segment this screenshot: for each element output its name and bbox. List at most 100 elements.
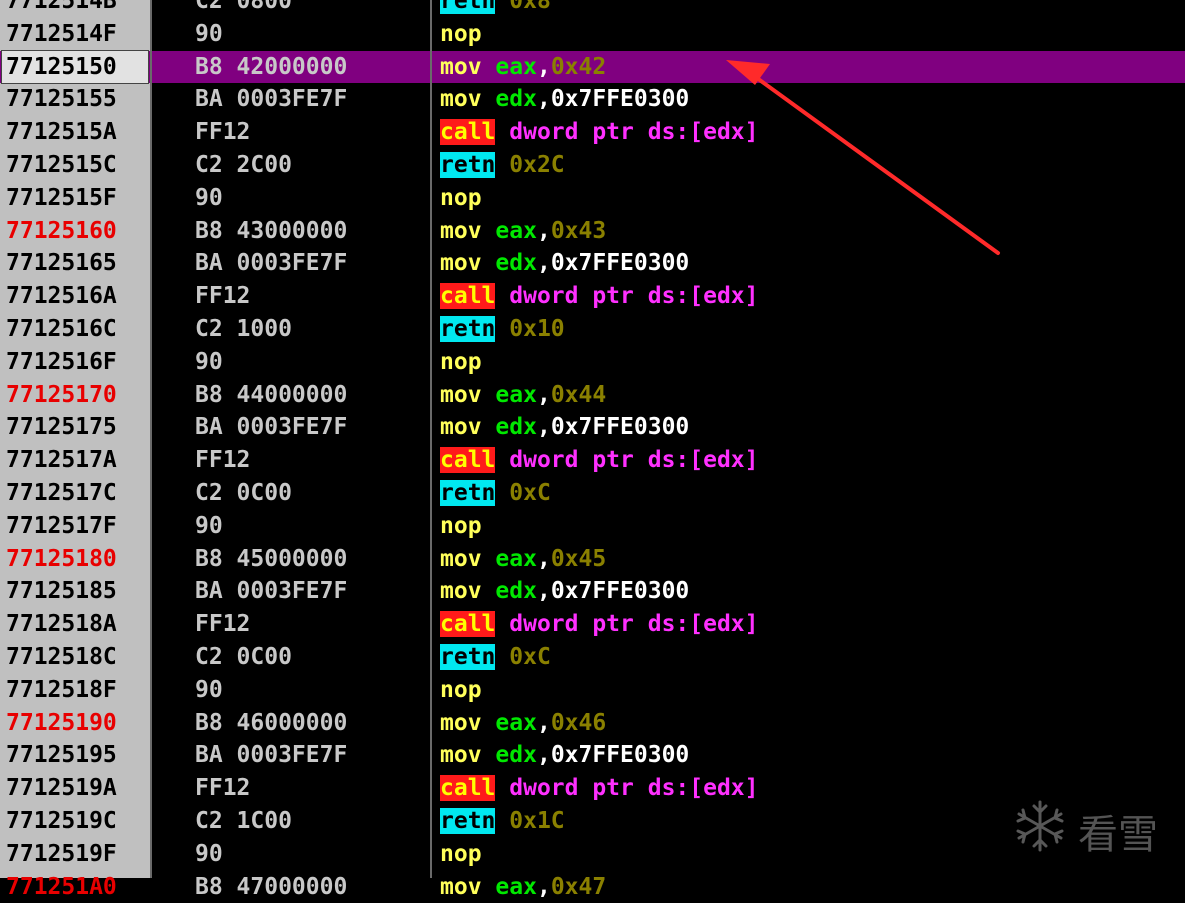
instruction-mnemonic: mov [440,217,482,244]
instruction-row[interactable]: 7712516C C2 1000 retn 0x10 [0,313,1185,345]
instruction-operand: 0x7FFE0300 [550,250,690,277]
instruction-address: 77125155 [6,86,117,113]
instruction-hex-bytes: C2 1000 [195,316,292,342]
instruction-mnemonic: nop [440,348,482,375]
instruction-mnemonic: nop [440,512,482,539]
instruction-mnemonic: mov [440,742,482,769]
instruction-address: 77125160 [6,217,117,244]
instruction-hex-bytes: C2 2C00 [195,152,292,178]
instruction-address: 7712515A [6,119,117,146]
instruction-row[interactable]: 7712517C C2 0C00 retn 0xC [0,477,1185,509]
instruction-row[interactable]: 77125180 B8 45000000 mov eax,0x45 [0,543,1185,575]
instruction-row[interactable]: 77125170 B8 44000000 mov eax,0x44 [0,379,1185,411]
instruction-disassembly: retn 0x2C [440,149,565,181]
instruction-row[interactable]: 7712518C C2 0C00 retn 0xC [0,641,1185,673]
column-separator[interactable] [430,0,432,878]
instruction-address: 7712517C [6,480,117,506]
instruction-row[interactable]: 7712515F 90 nop [0,182,1185,214]
instruction-operand: 0x46 [550,709,607,736]
instruction-row[interactable]: 7712517F 90 nop [0,510,1185,542]
instruction-disassembly: mov eax,0x45 [440,543,606,575]
instruction-mnemonic: call [440,775,496,802]
instruction-row[interactable]: 7712517A FF12 call dword ptr ds:[edx] [0,444,1185,476]
instruction-mnemonic: mov [440,709,482,736]
instruction-operand: eax [495,53,537,80]
instruction-row[interactable]: 7712516A FF12 call dword ptr ds:[edx] [0,280,1185,312]
instruction-hex-bytes: BA 0003FE7F [195,578,348,605]
instruction-mnemonic: retn [440,316,496,342]
instruction-disassembly: retn 0x10 [440,313,565,345]
instruction-disassembly: call dword ptr ds:[edx] [440,608,759,640]
instruction-disassembly: mov eax,0x44 [440,379,606,411]
instruction-row[interactable]: 7712519A FF12 call dword ptr ds:[edx] [0,772,1185,804]
watermark: 看雪 [1012,796,1172,858]
instruction-mnemonic: nop [440,184,482,211]
instruction-row[interactable]: 77125165 BA 0003FE7F mov edx,0x7FFE0300 [0,247,1185,279]
instruction-mnemonic: retn [440,0,496,14]
instruction-operand: edx [495,250,537,277]
disassembly-pane[interactable]: 7712514B C2 0800 retn 0x8 7712514F 90 nop 7712… [0,0,1185,900]
instruction-row[interactable]: 7712514F 90 nop [0,18,1185,50]
instruction-hex-bytes: 90 [195,348,223,375]
instruction-row[interactable]: 7712519F 90 nop [0,838,1185,870]
instruction-disassembly: mov edx,0x7FFE0300 [440,575,689,607]
instruction-address: 7712518F [6,676,117,703]
instruction-row[interactable]: 77125160 B8 43000000 mov eax,0x43 [0,215,1185,247]
instruction-operand: edx [495,414,537,441]
instruction-hex-bytes: B8 44000000 [195,381,348,408]
instruction-row[interactable]: 771251A0 B8 47000000 mov eax,0x47 [0,871,1185,903]
instruction-mnemonic: retn [440,152,496,178]
instruction-hex-bytes: BA 0003FE7F [195,414,348,441]
instruction-row[interactable]: 77125175 BA 0003FE7F mov edx,0x7FFE0300 [0,411,1185,443]
instruction-row[interactable]: 77125185 BA 0003FE7F mov edx,0x7FFE0300 [0,575,1185,607]
instruction-disassembly: mov edx,0x7FFE0300 [440,739,689,771]
instruction-address: 7712519F [6,840,117,867]
instruction-row[interactable]: 7712519C C2 1C00 retn 0x1C [0,805,1185,837]
instruction-operand: 0x45 [550,545,607,572]
instruction-row[interactable]: 7712518A FF12 call dword ptr ds:[edx] [0,608,1185,640]
instruction-hex-bytes: C2 0C00 [195,644,292,670]
instruction-disassembly: mov eax,0x42 [440,51,606,83]
snowflake-icon [1016,800,1064,852]
instruction-address: 77125185 [6,578,117,605]
instruction-mnemonic: retn [440,644,496,670]
instruction-mnemonic: mov [440,545,482,572]
column-separator[interactable] [150,0,152,878]
instruction-mnemonic: call [440,611,496,638]
instruction-operand: 0x2C [509,152,565,178]
instruction-address: 7712517F [6,512,117,539]
instruction-row[interactable]: 77125155 BA 0003FE7F mov edx,0x7FFE0300 [0,83,1185,115]
instruction-operand: 0x7FFE0300 [550,578,690,605]
watermark-text: 看雪 [1078,812,1158,858]
instruction-disassembly: nop [440,346,482,378]
instruction-operand: , [536,873,551,900]
instruction-disassembly: retn 0xC [440,641,551,673]
instruction-hex-bytes: FF12 [195,447,251,474]
instruction-operand: 0x7FFE0300 [550,414,690,441]
instruction-hex-bytes: BA 0003FE7F [195,250,348,277]
instruction-row[interactable]: 77125190 B8 46000000 mov eax,0x46 [0,707,1185,739]
instruction-operand: , [536,742,551,769]
instruction-disassembly: retn 0x8 [440,0,551,17]
instruction-disassembly: call dword ptr ds:[edx] [440,772,759,804]
instruction-address: 7712515F [6,184,117,211]
instruction-row[interactable]: 7712515A FF12 call dword ptr ds:[edx] [0,116,1185,148]
instruction-hex-bytes: B8 47000000 [195,873,348,900]
instruction-row[interactable]: 7712514B C2 0800 retn 0x8 [0,0,1185,17]
instruction-address: 7712515C [6,152,117,178]
instruction-operand: 0x47 [550,873,607,900]
instruction-row[interactable]: 7712515C C2 2C00 retn 0x2C [0,149,1185,181]
instruction-disassembly: mov edx,0x7FFE0300 [440,83,689,115]
instruction-operand: edx [495,578,537,605]
instruction-row[interactable]: 7712518F 90 nop [0,674,1185,706]
instruction-address: 77125195 [6,742,117,769]
instruction-mnemonic: mov [440,250,482,277]
selected-instruction-row[interactable]: 77125150 B8 42000000 mov eax,0x42 [0,49,1185,84]
instruction-row[interactable]: 7712516F 90 nop [0,346,1185,378]
instruction-mnemonic: call [440,283,496,310]
instruction-disassembly: mov eax,0x47 [440,871,606,903]
instruction-address: 7712518A [6,611,117,638]
instruction-hex-bytes: FF12 [195,775,251,802]
instruction-disassembly: call dword ptr ds:[edx] [440,280,759,312]
instruction-row[interactable]: 77125195 BA 0003FE7F mov edx,0x7FFE0300 [0,739,1185,771]
